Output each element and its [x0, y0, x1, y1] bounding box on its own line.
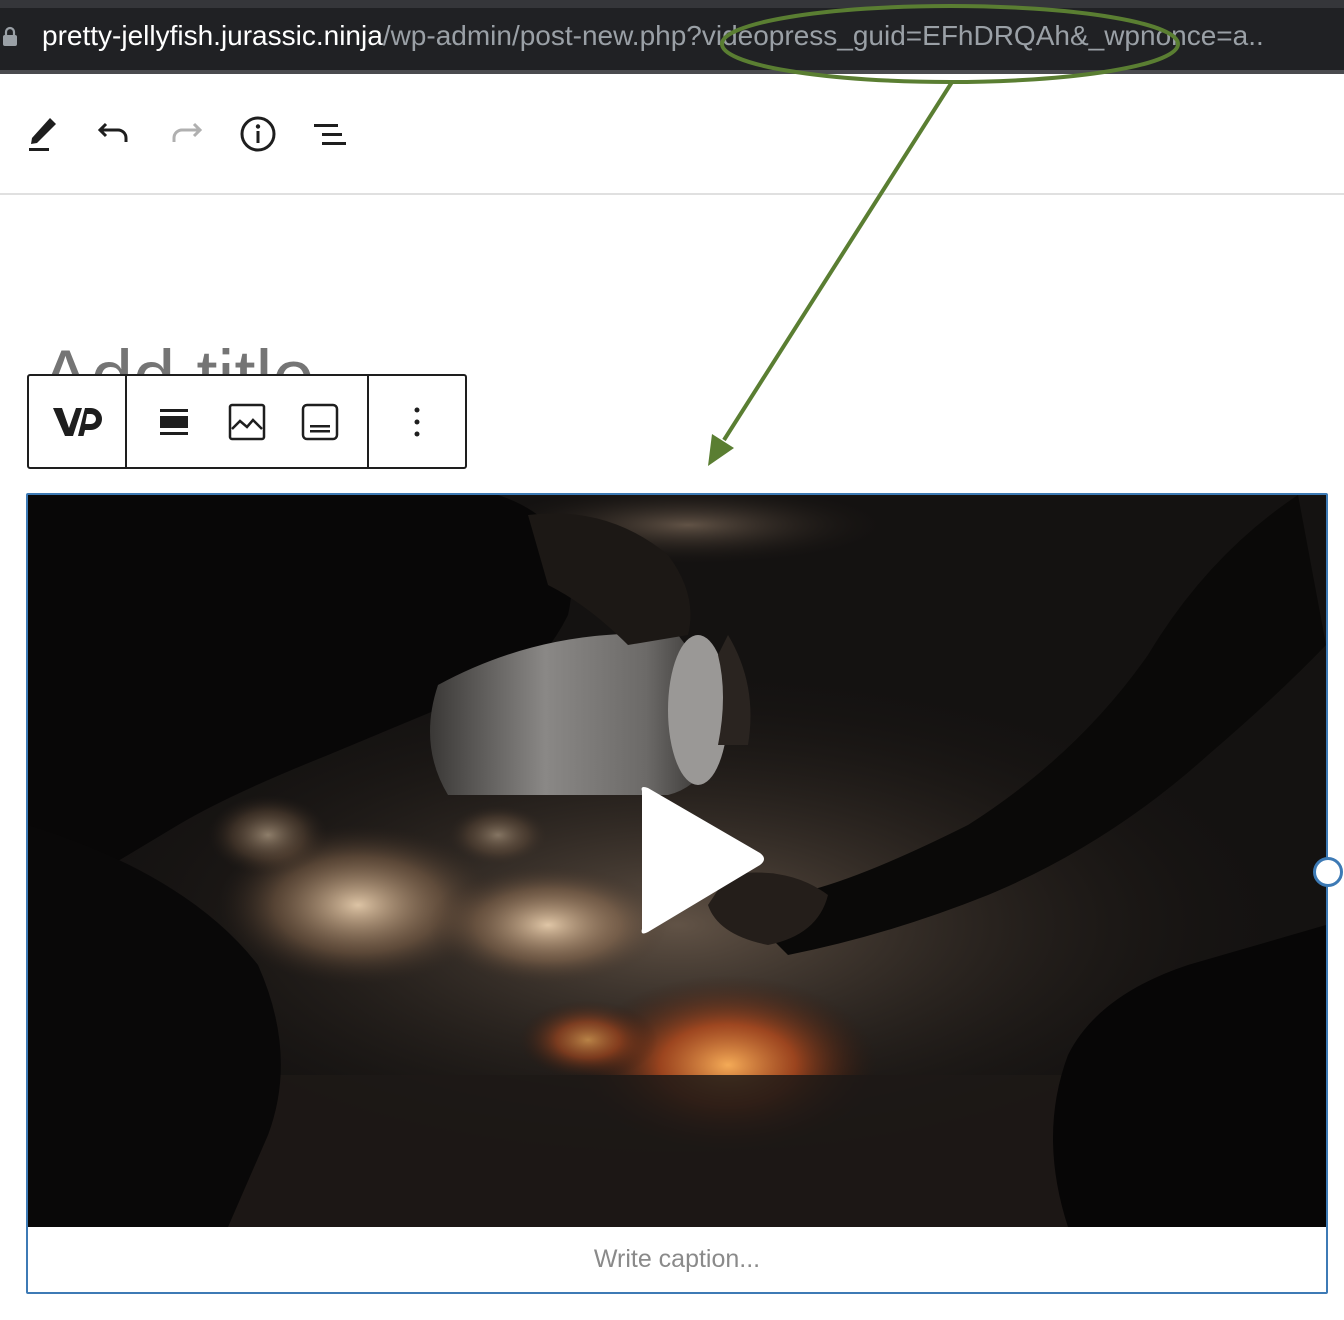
block-options-group — [369, 376, 465, 467]
caption-input[interactable]: Write caption... — [28, 1245, 1326, 1274]
block-type-button[interactable] — [49, 394, 105, 450]
details-button[interactable] — [234, 110, 282, 158]
videopress-block[interactable]: Write caption... — [26, 493, 1328, 1294]
undo-button[interactable] — [90, 110, 138, 158]
address-bar-top-edge — [0, 0, 1344, 8]
poster-image-icon — [228, 403, 266, 440]
block-type-group — [29, 376, 127, 467]
list-view-icon — [314, 124, 346, 145]
undo-icon — [97, 122, 128, 142]
url-path: /wp-admin/post-new.php?videopress_guid=E… — [382, 20, 1264, 51]
list-view-button[interactable] — [306, 110, 354, 158]
post-title-input[interactable]: Add title — [40, 320, 315, 376]
align-icon — [159, 408, 188, 435]
info-icon — [240, 116, 276, 152]
redo-button[interactable] — [162, 110, 210, 158]
block-controls-group — [127, 376, 369, 467]
block-toolbar — [27, 374, 467, 469]
redo-icon — [172, 122, 203, 142]
resize-handle[interactable] — [1313, 857, 1343, 887]
url-text[interactable]: pretty-jellyfish.jurassic.ninja/wp-admin… — [42, 18, 1342, 54]
url-host: pretty-jellyfish.jurassic.ninja — [42, 20, 383, 51]
lock-icon — [3, 26, 17, 46]
align-button[interactable] — [146, 394, 202, 450]
video-preview[interactable] — [28, 495, 1326, 1227]
caption-icon — [302, 403, 339, 440]
caption-button[interactable] — [292, 394, 348, 450]
editor-top-toolbar — [0, 74, 1344, 195]
more-options-icon — [414, 407, 420, 436]
more-options-button[interactable] — [389, 394, 445, 450]
videopress-icon — [53, 407, 102, 436]
annotation-arrowhead — [708, 434, 734, 466]
edit-tool-button[interactable] — [18, 110, 66, 158]
browser-address-bar[interactable]: pretty-jellyfish.jurassic.ninja/wp-admin… — [0, 0, 1344, 74]
pencil-icon — [29, 118, 56, 151]
poster-image-button[interactable] — [219, 394, 275, 450]
play-icon[interactable] — [634, 785, 774, 945]
